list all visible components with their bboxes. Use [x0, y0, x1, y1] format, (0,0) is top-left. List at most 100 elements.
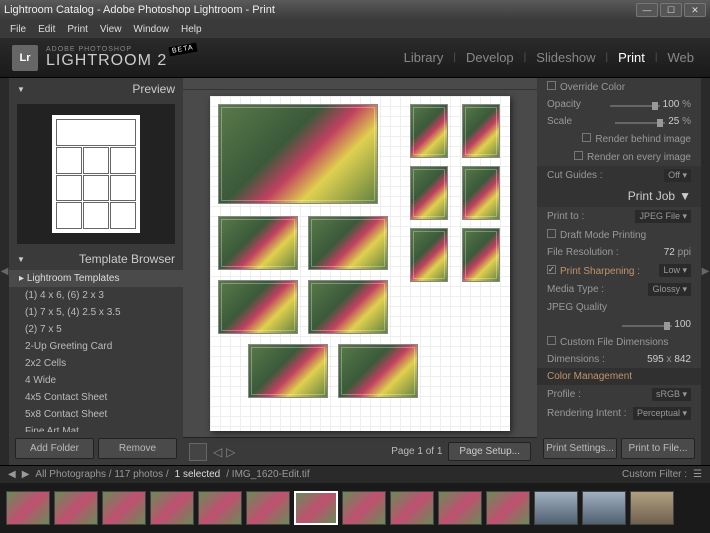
draft-mode-checkbox[interactable]	[547, 229, 556, 238]
photo-cell[interactable]	[410, 166, 448, 220]
menu-view[interactable]: View	[96, 24, 126, 35]
nav-back-icon[interactable]: ◀	[8, 469, 16, 480]
module-picker: Library| Develop| Slideshow| Print| Web	[400, 50, 698, 65]
sharpen-checkbox[interactable]	[547, 265, 556, 274]
photo-cell[interactable]	[410, 104, 448, 158]
thumbnail[interactable]	[342, 491, 386, 525]
template-item[interactable]: 2-Up Greeting Card	[9, 338, 183, 355]
photo-cell[interactable]	[218, 216, 298, 270]
profile-dropdown[interactable]: sRGB ▾	[652, 388, 691, 401]
close-button[interactable]: ✕	[684, 3, 706, 17]
scale-slider[interactable]	[615, 122, 665, 124]
intent-dropdown[interactable]: Perceptual ▾	[633, 407, 691, 420]
thumbnail[interactable]	[54, 491, 98, 525]
preview-header[interactable]: ▼Preview	[9, 78, 183, 100]
template-item[interactable]: 4x5 Contact Sheet	[9, 389, 183, 406]
brand-large: LIGHTROOM 2BETA	[46, 53, 167, 69]
left-panel: ▼Preview ▼Template Browser ▸ Lightroom T…	[9, 78, 183, 465]
template-item[interactable]: (1) 7 x 5, (4) 2.5 x 3.5	[9, 304, 183, 321]
page-setup-button[interactable]: Page Setup...	[448, 442, 531, 461]
photo-cell[interactable]	[338, 344, 418, 398]
logo: Lr ADOBE PHOTOSHOP LIGHTROOM 2BETA	[12, 45, 167, 71]
photo-cell[interactable]	[218, 104, 378, 204]
print-page[interactable]	[210, 96, 510, 431]
thumbnail[interactable]	[390, 491, 434, 525]
thumbnail[interactable]	[150, 491, 194, 525]
left-panel-toggle[interactable]: ◀	[0, 78, 9, 465]
opacity-slider[interactable]	[610, 105, 660, 107]
override-color-checkbox[interactable]	[547, 81, 556, 90]
minimize-button[interactable]: —	[636, 3, 658, 17]
print-canvas[interactable]	[183, 90, 537, 437]
thumbnail[interactable]	[198, 491, 242, 525]
thumbnail[interactable]	[630, 491, 674, 525]
jpeg-quality-slider[interactable]	[622, 325, 672, 327]
photo-cell[interactable]	[410, 228, 448, 282]
prev-page-icon[interactable]: ◁	[213, 445, 222, 459]
custom-filter-label[interactable]: Custom Filter :	[622, 469, 687, 480]
template-browser-header[interactable]: ▼Template Browser	[9, 248, 183, 270]
photo-cell[interactable]	[462, 228, 500, 282]
menu-help[interactable]: Help	[177, 24, 206, 35]
thumbnail[interactable]	[246, 491, 290, 525]
filmstrip[interactable]	[0, 483, 710, 533]
menu-edit[interactable]: Edit	[34, 24, 59, 35]
print-settings-button[interactable]: Print Settings...	[543, 438, 617, 459]
module-slideshow[interactable]: Slideshow	[532, 50, 599, 65]
thumbnail[interactable]	[6, 491, 50, 525]
right-panel-toggle[interactable]: ▶	[701, 78, 710, 465]
filter-icon[interactable]: ☰	[693, 469, 702, 480]
render-every-checkbox[interactable]	[574, 151, 583, 160]
add-folder-button[interactable]: Add Folder	[15, 438, 94, 459]
menu-file[interactable]: File	[6, 24, 30, 35]
menubar: File Edit Print View Window Help	[0, 20, 710, 38]
template-item[interactable]: 2x2 Cells	[9, 355, 183, 372]
thumbnail[interactable]	[534, 491, 578, 525]
photo-cell[interactable]	[218, 280, 298, 334]
next-page-icon[interactable]: ▷	[226, 445, 235, 459]
photo-cell[interactable]	[308, 216, 388, 270]
photo-cell[interactable]	[462, 104, 500, 158]
photo-cell[interactable]	[308, 280, 388, 334]
current-file: / IMG_1620-Edit.tif	[226, 469, 309, 480]
thumbnail[interactable]	[486, 491, 530, 525]
maximize-button[interactable]: ☐	[660, 3, 682, 17]
window-controls: — ☐ ✕	[636, 3, 706, 17]
menu-print[interactable]: Print	[63, 24, 92, 35]
template-category[interactable]: ▸ Lightroom Templates	[9, 270, 183, 287]
template-item[interactable]: 4 Wide	[9, 372, 183, 389]
template-item[interactable]: (2) 7 x 5	[9, 321, 183, 338]
logo-icon: Lr	[12, 45, 38, 71]
remove-button[interactable]: Remove	[98, 438, 177, 459]
photo-cell[interactable]	[248, 344, 328, 398]
print-job-header[interactable]: Print Job▼	[537, 185, 701, 207]
render-behind-checkbox[interactable]	[582, 133, 591, 142]
template-preview	[17, 104, 175, 244]
thumbnail[interactable]	[582, 491, 626, 525]
media-dropdown[interactable]: Glossy ▾	[648, 283, 691, 296]
photo-cell[interactable]	[462, 166, 500, 220]
template-item[interactable]: 5x8 Contact Sheet	[9, 406, 183, 423]
layout-icon[interactable]	[189, 443, 207, 461]
cut-guides-dropdown[interactable]: Off ▾	[664, 169, 691, 182]
right-panel: Override Color Opacity 100 % Scale 25 % …	[537, 78, 701, 465]
module-develop[interactable]: Develop	[462, 50, 518, 65]
ruler-top	[183, 78, 537, 90]
thumbnail[interactable]	[438, 491, 482, 525]
template-item[interactable]: (1) 4 x 6, (6) 2 x 3	[9, 287, 183, 304]
template-item[interactable]: Fine Art Mat	[9, 423, 183, 432]
sharpen-dropdown[interactable]: Low ▾	[659, 264, 691, 277]
breadcrumb[interactable]: All Photographs / 117 photos /	[35, 469, 168, 480]
nav-fwd-icon[interactable]: ▶	[22, 469, 30, 480]
selection-count: 1 selected	[175, 469, 221, 480]
module-library[interactable]: Library	[400, 50, 448, 65]
filmstrip-header: ◀ ▶ All Photographs / 117 photos / 1 sel…	[0, 465, 710, 483]
print-to-dropdown[interactable]: JPEG File ▾	[635, 210, 691, 223]
thumbnail[interactable]	[102, 491, 146, 525]
menu-window[interactable]: Window	[129, 24, 173, 35]
print-to-file-button[interactable]: Print to File...	[621, 438, 695, 459]
module-print[interactable]: Print	[614, 50, 649, 65]
module-web[interactable]: Web	[664, 50, 699, 65]
thumbnail-selected[interactable]	[294, 491, 338, 525]
custom-dim-checkbox[interactable]	[547, 336, 556, 345]
